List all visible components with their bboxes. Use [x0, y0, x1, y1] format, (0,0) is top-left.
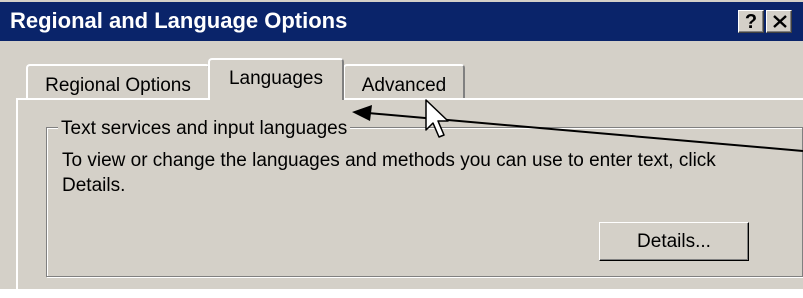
annotation-overlay: [352, 99, 803, 152]
annotation-arrow-icon: [352, 105, 803, 152]
dialog-window: Regional and Language Options ? Regional…: [0, 0, 803, 298]
mouse-pointer-icon: [425, 99, 449, 138]
tab-languages[interactable]: Languages: [208, 58, 344, 100]
tab-label: Languages: [228, 68, 324, 89]
